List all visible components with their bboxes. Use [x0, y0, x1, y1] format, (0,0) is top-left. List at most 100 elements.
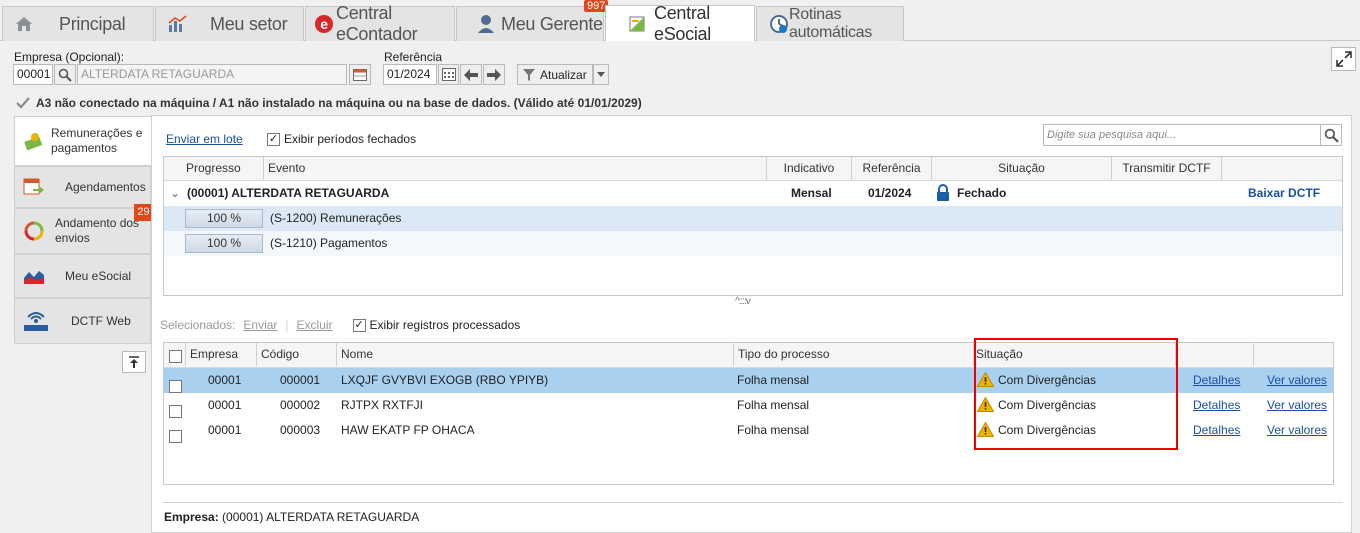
ver-valores-link[interactable]: Ver valores	[1267, 393, 1327, 418]
referencia-label: Referência	[384, 50, 443, 64]
scroll-top-button[interactable]	[122, 351, 146, 373]
enviar-link[interactable]: Enviar	[243, 318, 277, 332]
check-icon	[16, 97, 30, 109]
detalhes-link[interactable]: Detalhes	[1193, 368, 1240, 393]
calendar-icon	[441, 68, 456, 81]
evento-name: (S-1210) Pagamentos	[270, 236, 388, 250]
footer-divider	[163, 502, 1343, 503]
tab-label: Meu Gerente	[501, 13, 603, 34]
sidebar-item-label: Meu eSocial	[65, 269, 132, 283]
calendar-arrow-icon	[23, 178, 44, 195]
detalhes-link[interactable]: Detalhes	[1193, 393, 1240, 418]
tab-principal[interactable]: Principal	[2, 6, 154, 41]
sidebar-item-andamento[interactable]: Andamento dos envios	[14, 208, 151, 254]
search-icon	[1324, 128, 1339, 143]
sidebar-item-agendamentos[interactable]: Agendamentos	[14, 166, 151, 208]
row-tipo: Folha mensal	[737, 373, 810, 387]
col-tipo-processo[interactable]: Tipo do processo	[734, 343, 974, 366]
progress-bar: 100 %	[185, 234, 263, 253]
sidebar-item-label: Agendamentos	[65, 180, 146, 194]
col-empresa[interactable]: Empresa	[186, 343, 257, 366]
row-tipo: Folha mensal	[737, 398, 810, 412]
next-period-button[interactable]	[483, 64, 505, 85]
clock-icon	[770, 15, 788, 33]
select-all-checkbox[interactable]	[169, 350, 182, 364]
tab-label: Meu setor	[210, 13, 288, 34]
search-button[interactable]	[1320, 124, 1342, 146]
certificate-warning-text: A3 não conectado na máquina / A1 não ins…	[36, 96, 642, 110]
row-codigo: 000003	[280, 423, 321, 437]
exibir-processados-checkbox[interactable]: ✓	[352, 318, 366, 332]
detalhes-link[interactable]: Detalhes	[1193, 418, 1240, 443]
empresa-list-button[interactable]	[349, 64, 371, 85]
row-empresa: 00001	[208, 423, 242, 437]
enviar-em-lote-link[interactable]: Enviar em lote	[166, 132, 243, 146]
eventos-grid-header: Progresso Evento Indicativo Referência S…	[164, 157, 1342, 181]
col-evento[interactable]: Evento	[264, 157, 767, 180]
col-referencia[interactable]: Referência	[852, 157, 932, 180]
tab-central-esocial[interactable]: Central eSocial	[605, 3, 755, 44]
arrow-right-icon	[487, 68, 501, 81]
row-checkbox[interactable]	[169, 424, 182, 449]
calendar-button[interactable]	[438, 64, 459, 85]
sidebar-item-label: DCTF Web	[71, 314, 131, 328]
empresa-search-button[interactable]	[54, 64, 76, 85]
expand-button[interactable]	[1331, 47, 1356, 71]
group-situacao: Fechado	[957, 186, 1007, 200]
search-icon	[58, 68, 72, 82]
progress-bar: 100 %	[185, 209, 263, 228]
eventos-grid: Progresso Evento Indicativo Referência S…	[163, 156, 1343, 296]
tab-meu-setor[interactable]: Meu setor	[155, 6, 304, 41]
col-indicativo[interactable]: Indicativo	[767, 157, 852, 180]
row-codigo: 000001	[280, 373, 321, 387]
group-title: (00001) ALTERDATA RETAGUARDA	[187, 186, 390, 200]
ver-valores-link[interactable]: Ver valores	[1267, 368, 1327, 393]
referencia-input[interactable]: 01/2024	[383, 64, 437, 85]
col-nome[interactable]: Nome	[337, 343, 734, 366]
tab-rotinas-automaticas[interactable]: Rotinas automáticas	[756, 6, 904, 41]
arrow-left-icon	[464, 68, 478, 81]
group-row[interactable]: ⌄ (00001) ALTERDATA RETAGUARDA Mensal 01…	[164, 181, 1342, 206]
exibir-fechados-label: Exibir períodos fechados	[284, 132, 417, 146]
collapse-chevron-icon[interactable]: ⌄	[170, 181, 180, 206]
empresa-name-input[interactable]: ALTERDATA RETAGUARDA	[77, 64, 347, 85]
sidebar-item-remuneracoes[interactable]: Remunerações e pagamentos	[14, 116, 151, 166]
prev-period-button[interactable]	[460, 64, 482, 85]
excluir-link[interactable]: Excluir	[297, 318, 333, 332]
evento-row[interactable]: 100 % (S-1200) Remunerações	[164, 206, 1342, 231]
sidebar-item-label: Andamento dos envios	[55, 216, 140, 245]
evento-row[interactable]: 100 % (S-1210) Pagamentos	[164, 231, 1342, 256]
col-codigo[interactable]: Código	[257, 343, 337, 366]
col-transmitir-dctf[interactable]: Transmitir DCTF	[1112, 157, 1222, 180]
evento-name: (S-1200) Remunerações	[270, 211, 402, 225]
tab-meu-gerente[interactable]: Meu Gerente	[456, 6, 604, 41]
chart-icon	[168, 15, 187, 32]
atualizar-button[interactable]: Atualizar	[517, 64, 593, 85]
chevron-down-icon	[597, 72, 605, 77]
row-empresa: 00001	[208, 398, 242, 412]
sidebar-item-meu-esocial[interactable]: Meu eSocial	[14, 254, 151, 298]
table-icon	[353, 68, 367, 81]
situacao-highlight-box	[974, 338, 1178, 450]
exibir-fechados-option[interactable]: ✓ Exibir períodos fechados	[267, 132, 416, 146]
col-situacao[interactable]: Situação	[932, 157, 1112, 180]
atualizar-dropdown[interactable]	[593, 64, 609, 85]
sidebar-item-label: Remunerações e pagamentos	[51, 126, 143, 155]
baixar-dctf-link[interactable]: Baixar DCTF	[1248, 181, 1320, 206]
tab-central-econtador[interactable]: e Central eContador	[305, 3, 455, 44]
tab-label: Central eContador	[336, 3, 418, 44]
divider: |	[285, 318, 289, 332]
sidebar-item-dctf-web[interactable]: DCTF Web	[14, 298, 151, 344]
group-indicativo: Mensal	[791, 186, 832, 200]
empresa-code-input[interactable]: 00001	[13, 64, 53, 85]
exibir-fechados-checkbox[interactable]: ✓	[267, 132, 280, 146]
empresa-label: Empresa (Opcional):	[14, 50, 125, 64]
splitter-handle[interactable]: ^::::v	[735, 296, 751, 307]
col-progresso[interactable]: Progresso	[164, 157, 264, 180]
ver-valores-link[interactable]: Ver valores	[1267, 418, 1327, 443]
row-empresa: 00001	[208, 373, 242, 387]
search-input[interactable]: Digite sua pesquisa aqui...	[1043, 124, 1321, 146]
esocial-icon	[629, 16, 645, 31]
dctfweb-icon	[24, 312, 48, 331]
home-icon	[16, 17, 32, 31]
